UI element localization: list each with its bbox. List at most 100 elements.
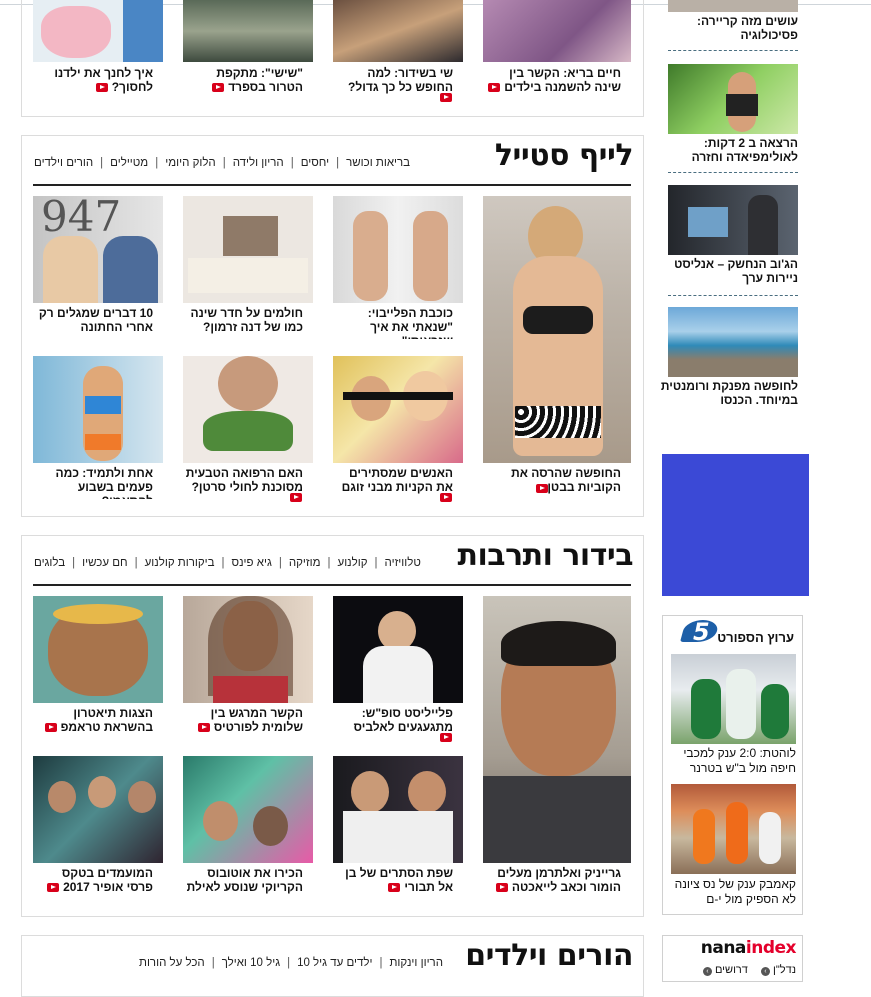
nav-link[interactable]: הריון וינקות <box>389 957 443 969</box>
advertisement[interactable] <box>662 454 809 596</box>
top-caption-3[interactable]: "שישי": מתקפת הטרור בספרד <box>183 66 303 94</box>
sport-image[interactable] <box>671 654 796 744</box>
video-icon <box>212 83 225 93</box>
lifestyle-nav: בריאות וכושר|יחסים|הריון ולידה|הלוק היומ… <box>34 157 411 169</box>
grid-image[interactable] <box>183 596 313 703</box>
video-icon <box>495 883 508 893</box>
video-icon <box>536 484 548 493</box>
sport-channel-widget: 5 ערוץ הספורט לוהטת: 2:0 ענק למכבי חיפה … <box>662 615 803 915</box>
nav-link[interactable]: הכל על הורות <box>139 957 205 969</box>
sport-image[interactable] <box>671 784 796 874</box>
grid-caption[interactable]: אחת ולתמיד: כמה פעמים בשבוע להתאמן? <box>33 466 154 499</box>
piggy-bank-icon <box>41 6 111 58</box>
grid-caption[interactable]: 10 דברים שמגלים רק אחרי החתונה <box>33 306 153 334</box>
photo-text: 947 <box>41 196 122 241</box>
nav-link[interactable]: בריאות וכושר <box>346 157 410 169</box>
nav-link[interactable]: ילדים עד גיל 10 <box>297 957 372 969</box>
feature-image[interactable] <box>483 196 631 463</box>
top-thumb-4[interactable] <box>33 0 163 62</box>
grid-image[interactable] <box>33 756 163 863</box>
section-title[interactable]: הורים וילדים <box>465 938 633 973</box>
grid-caption[interactable]: הצגות תיאטרון בהשראת טראמפ <box>33 706 153 734</box>
nav-link[interactable]: טלוויזיה <box>385 557 421 569</box>
parents-section: הורים וילדים הריון וינקות|ילדים עד גיל 1… <box>21 935 644 997</box>
feature-caption[interactable]: החופשה שהרסה את הקוביות בבטן <box>483 466 621 494</box>
nav-link[interactable]: הלוק היומי <box>165 157 216 169</box>
grid-caption[interactable]: המועמדים בטקס פרסי אופיר 2017 <box>33 866 153 894</box>
nav-link[interactable]: ביקורות קולנוע <box>145 557 215 569</box>
sport-caption[interactable]: קאמבק ענק של נס ציונה לא הספיק מול י-ם <box>668 877 796 907</box>
entertainment-nav: טלוויזיה|קולנוע|מוזיקה|גיא פינס|ביקורות … <box>34 557 421 569</box>
grid-image[interactable] <box>333 356 463 463</box>
grid-image[interactable] <box>33 356 163 463</box>
sidebar-image[interactable] <box>668 0 798 12</box>
video-icon <box>440 93 452 102</box>
video-icon <box>290 493 302 502</box>
sidebar-image[interactable] <box>668 64 798 134</box>
section-rule <box>33 184 631 186</box>
sidebar-divider <box>668 172 798 173</box>
section-title[interactable]: לייף סטייל <box>495 138 634 173</box>
video-icon <box>388 883 401 893</box>
sidebar-divider <box>668 295 798 296</box>
top-caption-4[interactable]: איך לחנך את ילדנו לחסוך? <box>33 66 153 94</box>
sport5-logo-icon[interactable]: 5 <box>679 618 720 646</box>
top-thumb-3[interactable] <box>183 0 313 62</box>
nav-link[interactable]: יחסים <box>301 157 329 169</box>
nana-index-widget: nanaindex נדל"ן › דרושים › <box>662 935 803 982</box>
nav-link[interactable]: בלוגים <box>34 557 65 569</box>
sidebar-caption[interactable]: לחופשה מפנקת ורומנטית במיוחד. הכנסו <box>660 379 798 407</box>
video-icon <box>488 83 501 93</box>
nav-link[interactable]: מטיילים <box>110 157 148 169</box>
grid-caption[interactable]: האנשים שמסתירים את הקניות מבני זוגם <box>333 466 453 494</box>
grid-image[interactable] <box>183 356 313 463</box>
grid-image[interactable] <box>33 596 163 703</box>
nav-link[interactable]: מוזיקה <box>289 557 321 569</box>
grid-caption[interactable]: הקשר המרגש בין שלומית לפורטיס <box>183 706 303 734</box>
grid-caption[interactable]: חולמים על חדר שינה כמו של דנה זרמון? <box>183 306 303 334</box>
sidebar-caption[interactable]: הרצאה ב 2 דקות: לאולימפיאדה וחזרה <box>660 136 798 164</box>
video-icon <box>47 883 60 893</box>
grid-image[interactable] <box>333 756 463 863</box>
grid-caption[interactable]: כוכבת הפלייבוי: "שנאתי את איך שנראיתי" <box>333 306 453 339</box>
video-icon <box>197 723 210 733</box>
parents-nav: הריון וינקות|ילדים עד גיל 10|גיל 10 ואיל… <box>139 957 443 969</box>
grid-image[interactable] <box>333 596 463 703</box>
arrow-circle-icon: › <box>702 967 712 976</box>
grid-image[interactable] <box>183 196 313 303</box>
section-rule <box>33 584 631 586</box>
sidebar-divider <box>668 50 798 51</box>
grid-image[interactable] <box>183 756 313 863</box>
nana-index-logo[interactable]: nanaindex <box>701 938 797 958</box>
sport-caption[interactable]: לוהטת: 2:0 ענק למכבי חיפה מול ב"ש בטרנר <box>668 746 796 776</box>
feature-image[interactable] <box>483 596 631 863</box>
sport-logo-text: ערוץ הספורט <box>717 630 794 645</box>
top-caption-1[interactable]: חיים בריא: הקשר בין שינה להשמנה בילדים <box>483 66 621 94</box>
nav-link[interactable]: חם עכשיו <box>82 557 127 569</box>
top-thumb-2[interactable] <box>333 0 463 62</box>
grid-caption[interactable]: הכירו את אוטובוס הקריוקי שנוסע לאילת <box>183 866 303 899</box>
sidebar-caption[interactable]: עושים מזה קריירה: פסיכולוגיה <box>660 14 798 42</box>
video-icon <box>44 723 57 733</box>
nana-links: נדל"ן › דרושים › <box>702 964 796 976</box>
top-thumb-1[interactable] <box>483 0 631 62</box>
nav-link[interactable]: קולנוע <box>338 557 368 569</box>
grid-image[interactable]: 947 <box>33 196 163 303</box>
grid-caption[interactable]: האם הרפואה הטבעית מסוכנת לחולי סרטן? <box>183 466 303 494</box>
nana-link[interactable]: נדל"ן › <box>760 964 796 976</box>
nav-link[interactable]: גיל 10 ואילך <box>222 957 280 969</box>
nav-link[interactable]: גיא פינס <box>232 557 272 569</box>
feature-caption[interactable]: גרייניק ואלתרמן מעלים הומור וכאב לייאכטה <box>483 866 621 894</box>
nav-link[interactable]: הריון ולידה <box>233 157 284 169</box>
grid-caption[interactable]: שפת הסתרים של בן אל תבורי <box>333 866 453 894</box>
arrow-circle-icon: › <box>760 967 770 976</box>
sidebar-image[interactable] <box>668 307 798 377</box>
sidebar-image[interactable] <box>668 185 798 255</box>
sidebar-caption[interactable]: הג'וב הנחשק – אנליסט ניירות ערך <box>660 257 798 285</box>
nana-link[interactable]: דרושים › <box>702 964 748 976</box>
grid-image[interactable] <box>333 196 463 303</box>
grid-caption[interactable]: פלייליסט סופ"ש: מתגעגעים לאלביס <box>333 706 453 734</box>
nav-link[interactable]: הורים וילדים <box>34 157 93 169</box>
top-caption-2[interactable]: שי בשידור: למה החופש כל כך גדול? <box>333 66 453 94</box>
section-title[interactable]: בידור ותרבות <box>457 538 633 573</box>
